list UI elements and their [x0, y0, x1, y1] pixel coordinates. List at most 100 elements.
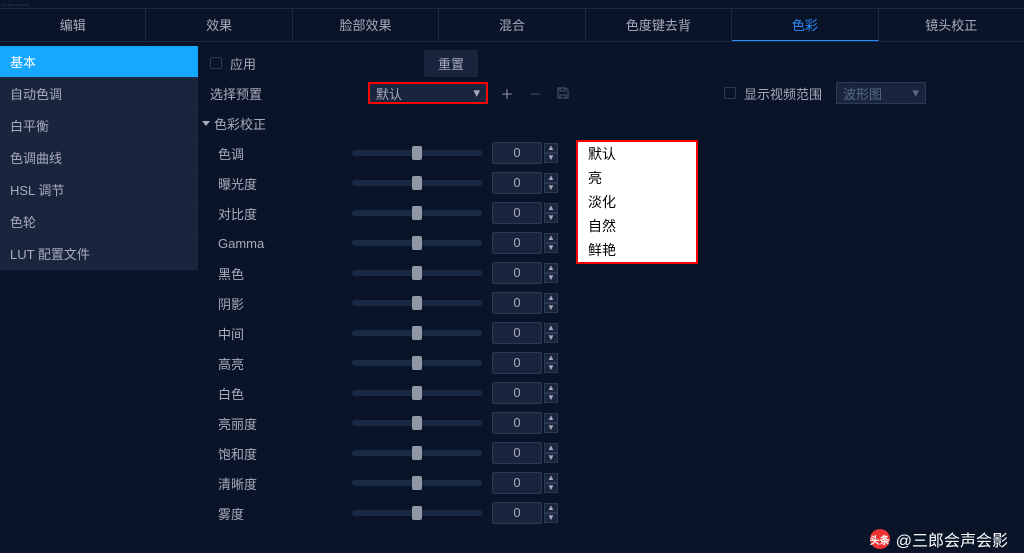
apply-checkbox[interactable]	[210, 57, 222, 69]
param-value[interactable]: 0	[492, 382, 542, 404]
sidebar-item[interactable]: 色轮	[0, 206, 198, 238]
top-tab[interactable]: 色彩	[732, 9, 878, 41]
slider-thumb[interactable]	[412, 326, 422, 340]
spinner-up-button[interactable]: ▲	[544, 443, 558, 453]
spinner-up-button[interactable]: ▲	[544, 503, 558, 513]
param-value[interactable]: 0	[492, 352, 542, 374]
spinner-down-button[interactable]: ▼	[544, 273, 558, 283]
preset-combo[interactable]: 默认 ▾	[368, 82, 488, 104]
apply-label: 应用	[230, 54, 256, 73]
param-slider[interactable]	[352, 330, 482, 336]
slider-thumb[interactable]	[412, 296, 422, 310]
spinner-down-button[interactable]: ▼	[544, 213, 558, 223]
param-value[interactable]: 0	[492, 292, 542, 314]
add-preset-button[interactable]: ＋	[498, 84, 516, 102]
show-scope-checkbox[interactable]	[724, 87, 736, 99]
param-value[interactable]: 0	[492, 442, 542, 464]
param-label: 中间	[198, 324, 348, 343]
spinner-down-button[interactable]: ▼	[544, 333, 558, 343]
preset-option[interactable]: 自然	[578, 214, 696, 238]
slider-thumb[interactable]	[412, 146, 422, 160]
spinner-down-button[interactable]: ▼	[544, 363, 558, 373]
spinner-down-button[interactable]: ▼	[544, 423, 558, 433]
param-slider[interactable]	[352, 450, 482, 456]
spinner-up-button[interactable]: ▲	[544, 173, 558, 183]
param-slider[interactable]	[352, 150, 482, 156]
spinner-up-button[interactable]: ▲	[544, 143, 558, 153]
spinner-up-button[interactable]: ▲	[544, 323, 558, 333]
spinner-up-button[interactable]: ▲	[544, 293, 558, 303]
top-tab[interactable]: 混合	[439, 9, 585, 41]
param-value[interactable]: 0	[492, 202, 542, 224]
param-value[interactable]: 0	[492, 322, 542, 344]
param-value[interactable]: 0	[492, 262, 542, 284]
spinner-down-button[interactable]: ▼	[544, 153, 558, 163]
color-correction-section-header[interactable]: 色彩校正	[198, 108, 1024, 138]
top-tab[interactable]: 效果	[146, 9, 292, 41]
spinner-up-button[interactable]: ▲	[544, 233, 558, 243]
spinner-down-button[interactable]: ▼	[544, 513, 558, 523]
preset-option[interactable]: 鲜艳	[578, 238, 696, 262]
param-slider[interactable]	[352, 240, 482, 246]
spinner-up-button[interactable]: ▲	[544, 263, 558, 273]
spinner-up-button[interactable]: ▲	[544, 383, 558, 393]
spinner-down-button[interactable]: ▼	[544, 243, 558, 253]
param-value[interactable]: 0	[492, 172, 542, 194]
sidebar-item[interactable]: LUT 配置文件	[0, 238, 198, 270]
spinner-down-button[interactable]: ▼	[544, 393, 558, 403]
top-tab[interactable]: 色度键去背	[586, 9, 732, 41]
top-tab[interactable]: 编辑	[0, 9, 146, 41]
param-label: 雾度	[198, 504, 348, 523]
preset-label: 选择预置	[198, 84, 368, 103]
slider-thumb[interactable]	[412, 446, 422, 460]
param-slider[interactable]	[352, 420, 482, 426]
window-drag-dots[interactable]: ●●●●●●●●●●	[0, 0, 1024, 8]
param-value[interactable]: 0	[492, 232, 542, 254]
scope-type-combo[interactable]: 波形图 ▾	[836, 82, 926, 104]
param-value[interactable]: 0	[492, 502, 542, 524]
spinner-up-button[interactable]: ▲	[544, 473, 558, 483]
save-preset-button[interactable]	[554, 84, 572, 102]
slider-thumb[interactable]	[412, 236, 422, 250]
slider-thumb[interactable]	[412, 356, 422, 370]
top-tab-bar: 编辑效果脸部效果混合色度键去背色彩镜头校正	[0, 8, 1024, 42]
preset-option[interactable]: 默认	[578, 142, 696, 166]
param-slider[interactable]	[352, 270, 482, 276]
param-slider[interactable]	[352, 480, 482, 486]
remove-preset-button[interactable]: －	[526, 84, 544, 102]
spinner-up-button[interactable]: ▲	[544, 353, 558, 363]
slider-thumb[interactable]	[412, 266, 422, 280]
reset-button[interactable]: 重置	[424, 50, 478, 77]
param-label: 白色	[198, 384, 348, 403]
slider-thumb[interactable]	[412, 416, 422, 430]
spinner-down-button[interactable]: ▼	[544, 303, 558, 313]
param-value[interactable]: 0	[492, 412, 542, 434]
spinner-up-button[interactable]: ▲	[544, 413, 558, 423]
spinner-up-button[interactable]: ▲	[544, 203, 558, 213]
slider-thumb[interactable]	[412, 506, 422, 520]
param-slider[interactable]	[352, 210, 482, 216]
param-slider[interactable]	[352, 510, 482, 516]
spinner-down-button[interactable]: ▼	[544, 453, 558, 463]
sidebar-item[interactable]: 自动色调	[0, 78, 198, 110]
param-value[interactable]: 0	[492, 142, 542, 164]
param-slider[interactable]	[352, 390, 482, 396]
spinner-down-button[interactable]: ▼	[544, 183, 558, 193]
preset-option[interactable]: 淡化	[578, 190, 696, 214]
sidebar-item[interactable]: HSL 调节	[0, 174, 198, 206]
slider-thumb[interactable]	[412, 476, 422, 490]
sidebar-item[interactable]: 色调曲线	[0, 142, 198, 174]
sidebar-item[interactable]: 白平衡	[0, 110, 198, 142]
slider-thumb[interactable]	[412, 386, 422, 400]
param-slider[interactable]	[352, 360, 482, 366]
slider-thumb[interactable]	[412, 176, 422, 190]
sidebar-item[interactable]: 基本	[0, 46, 198, 78]
param-slider[interactable]	[352, 180, 482, 186]
slider-thumb[interactable]	[412, 206, 422, 220]
param-slider[interactable]	[352, 300, 482, 306]
top-tab[interactable]: 镜头校正	[879, 9, 1024, 41]
top-tab[interactable]: 脸部效果	[293, 9, 439, 41]
preset-option[interactable]: 亮	[578, 166, 696, 190]
spinner-down-button[interactable]: ▼	[544, 483, 558, 493]
param-value[interactable]: 0	[492, 472, 542, 494]
